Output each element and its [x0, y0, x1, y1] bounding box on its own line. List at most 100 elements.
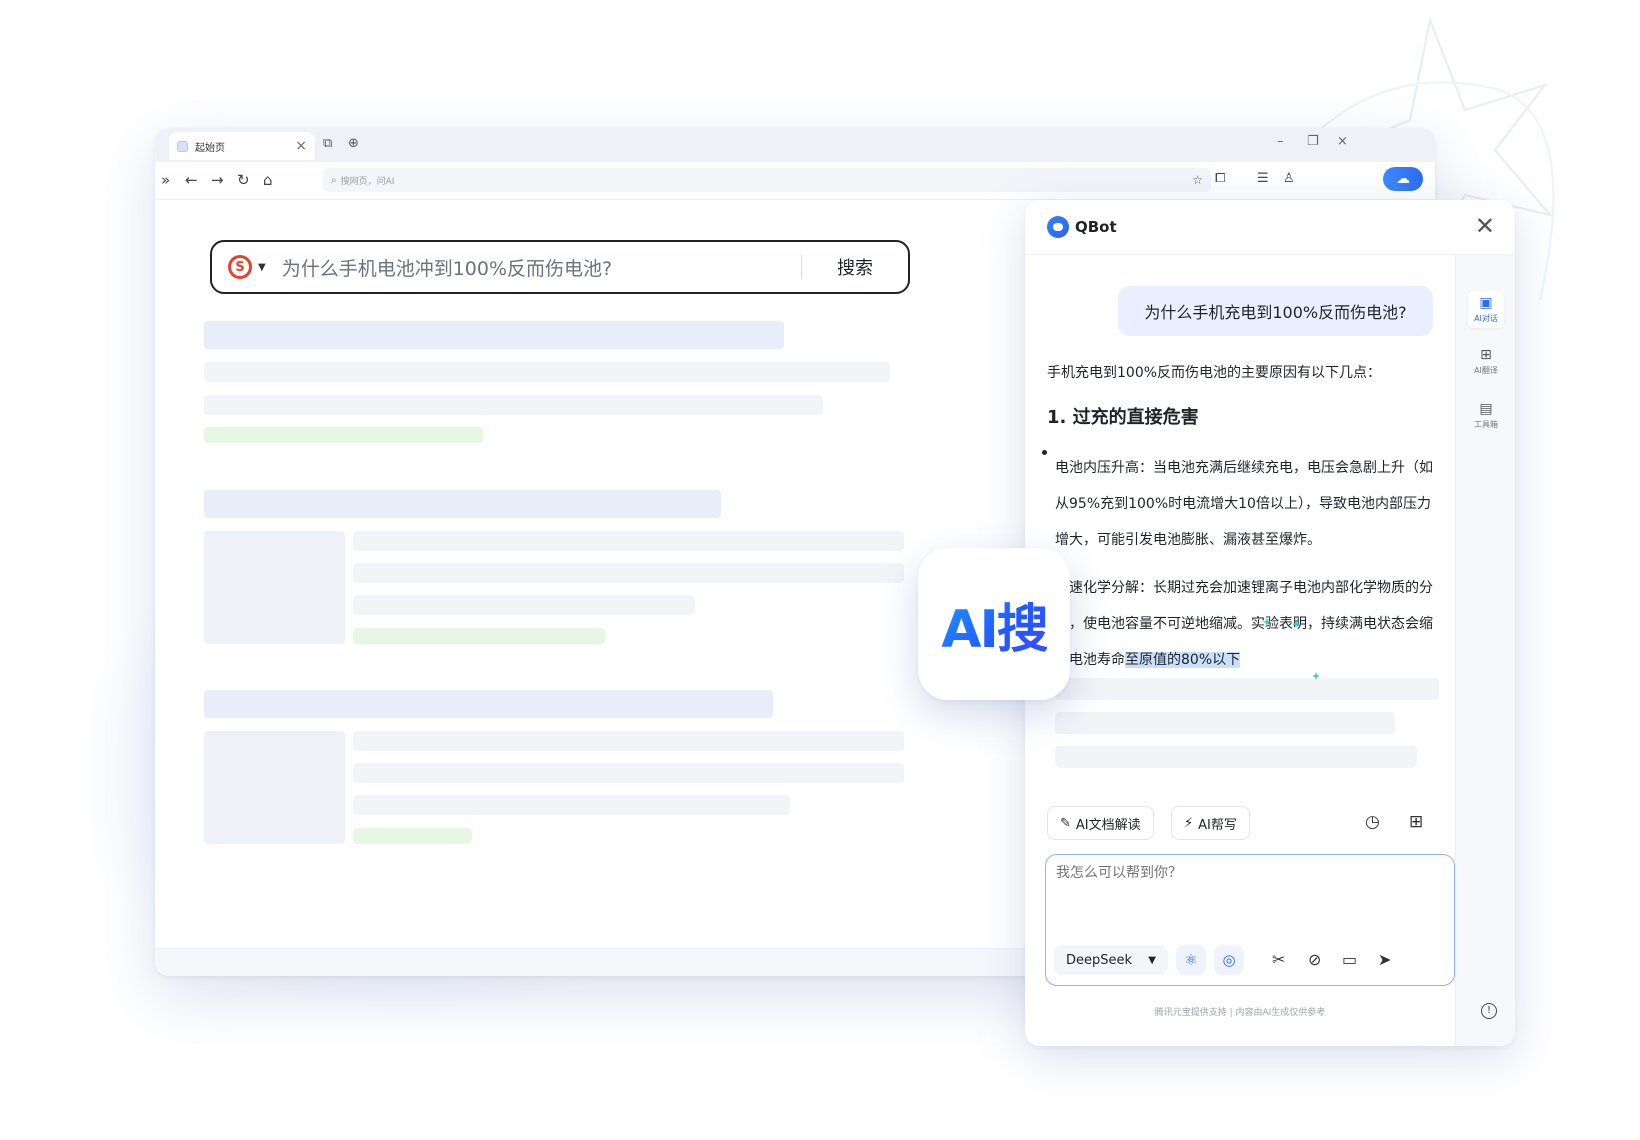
answer-paragraph: 电池内压升高：当电池充满后继续充电，电压会急剧上升（如从95%充到100%时电流… [1055, 460, 1433, 548]
attachment-icon[interactable]: ⊘ [1308, 950, 1321, 969]
close-window-icon[interactable]: × [1337, 134, 1348, 149]
sidebar-expand-icon[interactable]: » [161, 171, 170, 189]
skeleton-line [204, 321, 784, 349]
search-query[interactable]: 为什么手机电池冲到100%反而伤电池? [282, 254, 801, 281]
navigation-toolbar: » ← → ↻ ⌂ ⌕ 搜网页，问AI ☆ ⧠ ☰ ♙ ☁ [155, 162, 1435, 200]
minimize-icon[interactable]: – [1277, 134, 1284, 149]
skeleton-image [204, 731, 345, 844]
chat-input[interactable] [1056, 865, 1436, 881]
cloud-sync-button[interactable]: ☁ [1383, 167, 1423, 191]
address-bar[interactable]: ⌕ 搜网页，问AI ☆ [323, 168, 1211, 192]
model-select[interactable]: DeepSeek ▼ [1054, 945, 1168, 975]
rail-item-ai-chat[interactable]: ▣ AI对话 [1468, 291, 1504, 328]
skeleton-line [353, 763, 904, 783]
menu-icon[interactable]: ☰ [1257, 171, 1269, 186]
close-icon[interactable]: ✕ [1475, 212, 1495, 240]
tab-start-page[interactable]: 起始页 × [169, 132, 315, 160]
deep-think-toggle[interactable]: ⚛ [1176, 945, 1206, 975]
rail-item-label: 工具箱 [1474, 420, 1498, 429]
history-clock-icon[interactable]: ◷ [1365, 812, 1380, 832]
skeleton-line [353, 828, 472, 844]
sogou-logo-icon[interactable]: S [228, 255, 252, 279]
ai-doc-read-label: AI文档解读 [1075, 817, 1141, 833]
search-icon: ⌕ [331, 174, 337, 186]
skeleton-line [204, 690, 773, 718]
qbot-title: QBot [1075, 218, 1117, 236]
rail-item-label: AI翻译 [1474, 366, 1498, 375]
qbot-header: QBot ✕ [1025, 200, 1515, 255]
info-icon[interactable]: ! [1481, 1003, 1497, 1019]
skeleton-line [204, 427, 483, 443]
screenshot-scissors-icon[interactable]: ✂ [1272, 950, 1285, 969]
atom-icon: ⚛ [1184, 951, 1198, 969]
extensions-icon[interactable]: ⧠ [1215, 171, 1225, 186]
forward-icon[interactable]: → [211, 171, 224, 189]
chat-icon: ▣ [1479, 295, 1493, 311]
globe-icon: ◎ [1222, 951, 1236, 969]
search-box[interactable]: S ▼ 为什么手机电池冲到100%反而伤电池? 搜索 [210, 240, 910, 294]
sparkle-icon [1263, 618, 1271, 626]
reload-icon[interactable]: ↻ [237, 171, 250, 189]
qbot-logo-icon [1047, 216, 1069, 238]
bookmark-star-icon[interactable]: ☆ [1192, 173, 1203, 187]
back-icon[interactable]: ← [185, 171, 198, 189]
skeleton-line [1055, 746, 1417, 768]
home-icon[interactable]: ⌂ [263, 171, 273, 189]
tab-title: 起始页 [195, 142, 225, 154]
ai-doc-read-button[interactable]: ✎ AI文档解读 [1047, 806, 1154, 840]
footer-note: 腾讯元宝提供支持 | 内容由AI生成仅供参考 [1154, 1008, 1326, 1018]
new-window-icon[interactable]: ⧉ [323, 136, 332, 151]
skeleton-line [204, 490, 721, 518]
skeleton-line [204, 395, 823, 415]
toolbox-icon: ▤ [1479, 401, 1493, 417]
web-search-toggle[interactable]: ◎ [1214, 945, 1244, 975]
rail-item-ai-translate[interactable]: ⊞ AI翻译 [1468, 347, 1504, 376]
sparkle-icon [1312, 672, 1320, 680]
answer-heading: 1. 过充的直接危害 [1047, 407, 1199, 428]
skeleton-line [353, 731, 904, 751]
doc-edit-icon: ✎ [1060, 815, 1071, 831]
rail-item-toolbox[interactable]: ▤ 工具箱 [1468, 401, 1504, 430]
skeleton-line [353, 595, 695, 615]
skeleton-line [204, 362, 890, 382]
address-placeholder: 搜网页，问AI [340, 176, 395, 187]
send-icon[interactable]: ➤ [1378, 950, 1391, 969]
bullet-dot [1042, 450, 1047, 455]
qbot-side-rail: ▣ AI对话 ⊞ AI翻译 ▤ 工具箱 [1455, 255, 1515, 1046]
engine-dropdown-icon[interactable]: ▼ [258, 262, 266, 273]
account-icon[interactable]: ♙ [1283, 171, 1295, 186]
skeleton-line [353, 563, 904, 583]
magic-wand-icon: ⚡ [1184, 815, 1194, 831]
tool-row: ✎ AI文档解读 ⚡ AI帮写 ◷ ⊞ [1047, 806, 1457, 842]
ai-write-label: AI帮写 [1198, 817, 1237, 833]
user-message-bubble: 为什么手机充电到100%反而伤电池? [1118, 286, 1433, 336]
ai-write-button[interactable]: ⚡ AI帮写 [1171, 806, 1250, 840]
skeleton-line [353, 795, 790, 815]
search-button[interactable]: 搜索 [802, 254, 908, 280]
skeleton-image [204, 531, 345, 644]
new-chat-icon[interactable]: ⊞ [1409, 812, 1423, 832]
rail-item-label: AI对话 [1474, 314, 1498, 323]
ai-search-badge-label: AI搜 [941, 587, 1049, 662]
skeleton-line [353, 531, 904, 551]
chat-input-box[interactable]: DeepSeek ▼ ⚛ ◎ ✂ ⊘ ▭ ➤ [1045, 854, 1455, 986]
answer-paragraph: 加速化学分解：长期过充会加速锂离子电池内部化学物质的分解，使电池容量不可逆地缩减… [1055, 570, 1435, 678]
sparkle-icon [1292, 620, 1300, 628]
restore-icon[interactable]: ❐ [1307, 134, 1319, 149]
folder-icon[interactable]: ▭ [1342, 950, 1357, 969]
cloud-icon: ☁ [1396, 171, 1410, 187]
translate-icon: ⊞ [1480, 347, 1492, 363]
chevron-down-icon: ▼ [1148, 954, 1156, 966]
highlighted-text: 至原值的80%以下 [1125, 652, 1241, 668]
skeleton-line [1055, 712, 1395, 734]
tab-close-icon[interactable]: × [295, 138, 307, 154]
answer-paragraph-text: 加速化学分解：长期过充会加速锂离子电池内部化学物质的分解，使电池容量不可逆地缩减… [1055, 580, 1433, 668]
skeleton-line [1055, 678, 1439, 700]
skeleton-line [353, 628, 605, 644]
ai-search-badge[interactable]: AI搜 [918, 548, 1070, 700]
new-tab-icon[interactable]: ⊕ [348, 136, 359, 151]
tab-bar: 起始页 × ⧉ ⊕ – ❐ × [155, 128, 1435, 162]
page-favicon-icon [177, 140, 188, 152]
answer-intro: 手机充电到100%反而伤电池的主要原因有以下几点： [1047, 365, 1382, 381]
model-name: DeepSeek [1066, 952, 1133, 968]
